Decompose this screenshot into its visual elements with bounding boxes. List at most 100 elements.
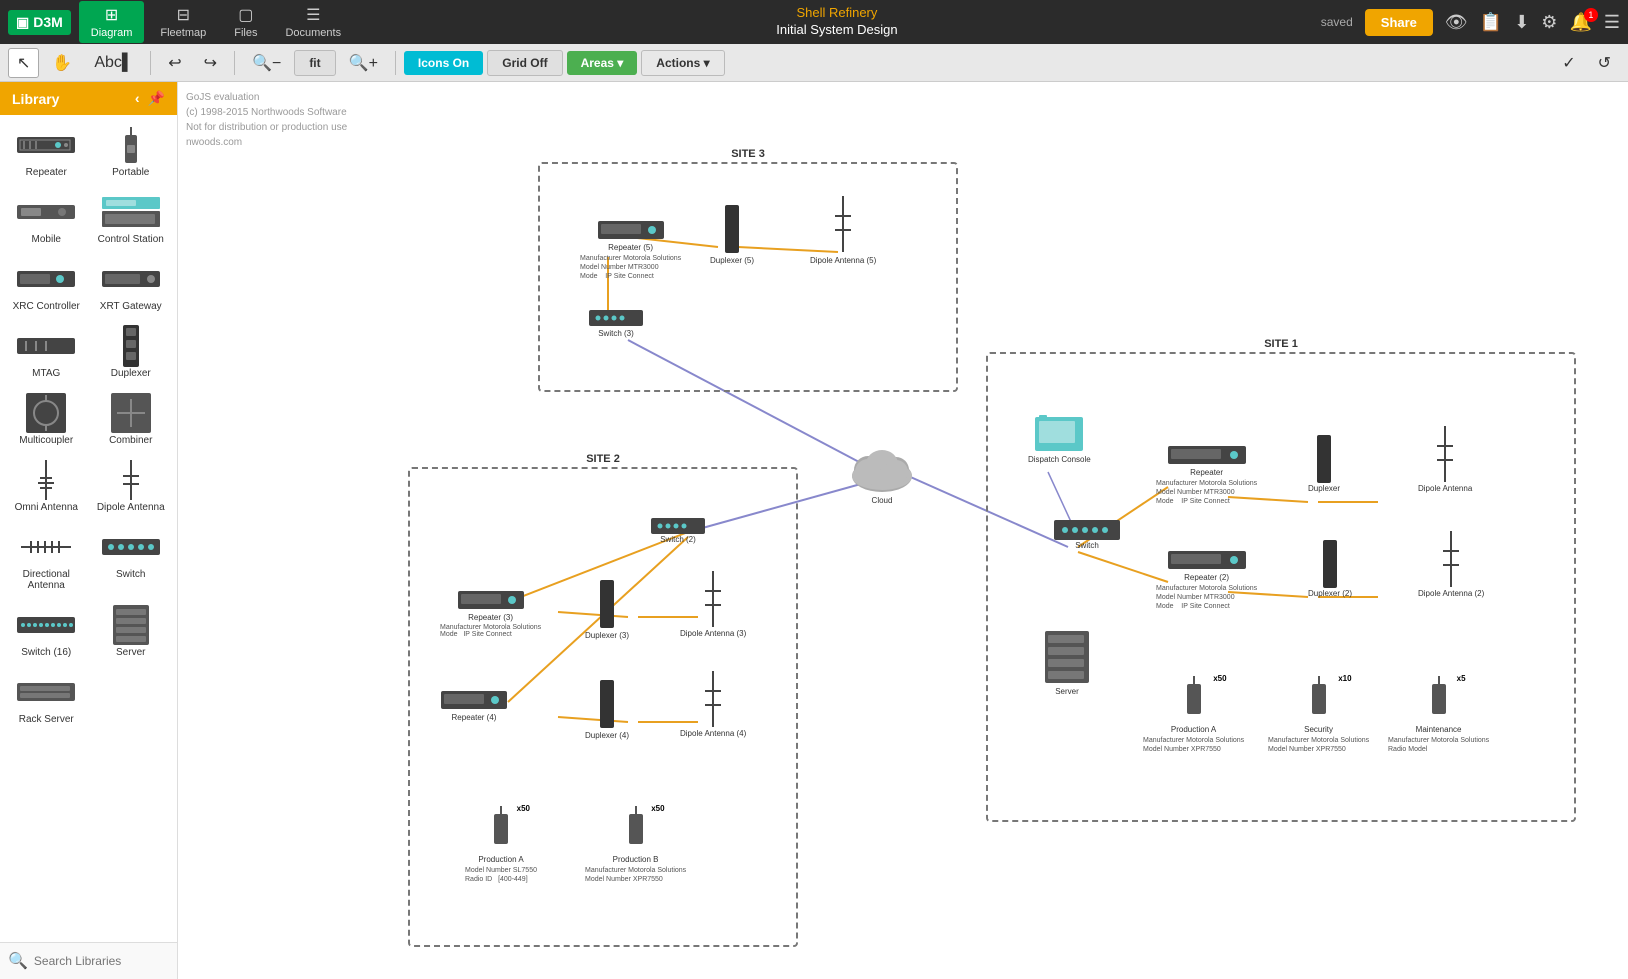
switch-svg — [101, 536, 161, 558]
device-duplexer4[interactable]: Duplexer (4) — [585, 679, 629, 740]
undo-tool[interactable]: ↩ — [159, 48, 190, 78]
device-production-a-site2[interactable]: x50 Production A Model Number SL7550Radi… — [465, 804, 537, 884]
device-security-site1[interactable]: x10 Security Manufacturer Motorola Solut… — [1268, 674, 1369, 754]
logo-icon: ▣ — [16, 14, 29, 31]
control-station-label: Control Station — [98, 234, 164, 245]
sidebar-item-combiner[interactable]: Combiner — [93, 391, 170, 450]
device-cloud[interactable]: Cloud — [846, 442, 918, 505]
device-production-a-site1[interactable]: x50 Production A Manufacturer Motorola S… — [1143, 674, 1244, 754]
fit-button[interactable]: fit — [294, 50, 335, 76]
rack-server-label: Rack Server — [19, 714, 74, 725]
sidebar-item-switch[interactable]: Switch — [93, 525, 170, 595]
dipole-svg — [119, 458, 143, 502]
device-server[interactable]: Server — [1043, 629, 1091, 696]
toolbar: ↖ ✋ Abc▌ ↩ ↪ 🔍− fit 🔍+ Icons On Grid Off… — [0, 44, 1628, 82]
sidebar-item-dipole-antenna[interactable]: Dipole Antenna — [93, 458, 170, 517]
nav-documents[interactable]: ☰ Documents — [273, 1, 353, 43]
multicoupler-label: Multicoupler — [19, 435, 73, 446]
redo-tool[interactable]: ↪ — [195, 48, 226, 78]
text-tool[interactable]: Abc▌ — [85, 49, 142, 77]
sidebar-item-rack-server[interactable]: Rack Server — [8, 670, 85, 729]
bell-area[interactable]: 🔔 1 — [1569, 12, 1591, 33]
device-repeater2[interactable]: Repeater (2) Manufacturer Motorola Solut… — [1156, 549, 1257, 611]
nav-fleetmap[interactable]: ⊟ Fleetmap — [148, 1, 218, 43]
nav-files[interactable]: ▢ Files — [222, 1, 269, 43]
site1-box: SITE 1 Dispatch Console Switch Repeater — [986, 352, 1576, 822]
device-dipole1[interactable]: Dipole Antenna — [1418, 424, 1472, 493]
main-layout: Library ‹ 📌 — [0, 82, 1628, 979]
duplexer-icon — [101, 328, 161, 364]
menu-icon-button[interactable]: ☰ — [1604, 12, 1620, 33]
sidebar-search: 🔍 — [0, 942, 177, 979]
app-logo[interactable]: ▣ D3M — [8, 10, 71, 35]
areas-button[interactable]: Areas ▾ — [567, 51, 638, 75]
sidebar-item-control-station[interactable]: Control Station — [93, 190, 170, 249]
sidebar-item-omni-antenna[interactable]: Omni Antenna — [8, 458, 85, 517]
refresh-tool[interactable]: ↺ — [1589, 48, 1620, 78]
sidebar-item-switch-16[interactable]: Switch (16) — [8, 603, 85, 662]
device-duplexer2[interactable]: Duplexer (2) — [1308, 539, 1352, 598]
settings-icon-button[interactable]: ⚙ — [1541, 12, 1557, 33]
device-duplexer1[interactable]: Duplexer — [1308, 434, 1340, 493]
site2-box: SITE 2 Switch (2) Repeater (3) Manufactu… — [408, 467, 798, 947]
sidebar-item-xrt-gateway[interactable]: XRT Gateway — [93, 257, 170, 316]
sidebar-item-mobile[interactable]: Mobile — [8, 190, 85, 249]
zoom-out-tool[interactable]: 🔍− — [243, 48, 290, 78]
share-button[interactable]: Share — [1365, 9, 1433, 36]
device-dipole2[interactable]: Dipole Antenna (2) — [1418, 529, 1484, 598]
zoom-in-tool[interactable]: 🔍+ — [340, 48, 387, 78]
device-switch3[interactable]: Switch (3) — [588, 309, 644, 338]
mobile-label: Mobile — [32, 234, 61, 245]
dipole-label: Dipole Antenna — [97, 502, 165, 513]
project-title: Shell Refinery Initial System Design — [357, 5, 1317, 39]
sidebar-item-portable[interactable]: Portable — [93, 123, 170, 182]
sidebar-item-multicoupler[interactable]: Multicoupler — [8, 391, 85, 450]
xrt-label: XRT Gateway — [100, 301, 162, 312]
nav-diagram[interactable]: ⊞ Diagram — [79, 1, 145, 43]
device-production-b-site2[interactable]: x50 Production B Manufacturer Motorola S… — [585, 804, 686, 884]
device-dipole3[interactable]: Dipole Antenna (3) — [680, 569, 746, 638]
select-tool[interactable]: ↖ — [8, 48, 39, 78]
search-input[interactable] — [34, 954, 169, 968]
device-switch2[interactable]: Switch (2) — [650, 517, 706, 544]
clipboard-icon-button[interactable]: 📋 — [1480, 12, 1502, 33]
actions-button[interactable]: Actions ▾ — [641, 50, 724, 76]
sidebar-pin-icon[interactable]: 📌 — [148, 90, 165, 107]
canvas-area[interactable]: GoJS evaluation (c) 1998-2015 Northwoods… — [178, 82, 1628, 979]
sidebar-item-server[interactable]: Server — [93, 603, 170, 662]
sidebar-header-icons: ‹ 📌 — [135, 90, 165, 107]
device-duplexer5[interactable]: Duplexer (5) — [710, 204, 754, 265]
icons-on-button[interactable]: Icons On — [404, 51, 483, 75]
directional-antenna-label: Directional Antenna — [12, 569, 81, 591]
device-dispatch[interactable]: Dispatch Console — [1028, 409, 1091, 464]
mtag-label: MTAG — [32, 368, 60, 379]
device-repeater3[interactable]: Repeater (3) Manufacturer Motorola Solut… — [440, 589, 541, 638]
device-repeater5[interactable]: Repeater (5) Manufacturer Motorola Solut… — [580, 219, 681, 281]
grid-off-button[interactable]: Grid Off — [487, 50, 562, 76]
omni-antenna-icon — [16, 462, 76, 498]
sidebar-item-repeater[interactable]: Repeater — [8, 123, 85, 182]
check-tool[interactable]: ✓ — [1553, 48, 1584, 78]
download-icon-button[interactable]: ⬇ — [1514, 12, 1529, 33]
sep3 — [395, 51, 396, 75]
sidebar-title: Library — [12, 91, 59, 107]
pan-tool[interactable]: ✋ — [43, 48, 81, 78]
eye-icon-button[interactable]: 👁 — [1445, 12, 1468, 33]
sidebar-collapse-icon[interactable]: ‹ — [135, 90, 140, 107]
device-switch-site1[interactable]: Switch — [1053, 519, 1121, 550]
device-repeater4[interactable]: Repeater (4) — [440, 689, 508, 722]
device-dipole5[interactable]: Dipole Antenna (5) — [810, 194, 876, 265]
sidebar-item-mtag[interactable]: MTAG — [8, 324, 85, 383]
sidebar-item-directional-antenna[interactable]: Directional Antenna — [8, 525, 85, 595]
switch-16-label: Switch (16) — [21, 647, 71, 658]
device-duplexer3[interactable]: Duplexer (3) — [585, 579, 629, 640]
files-icon: ▢ — [238, 5, 253, 25]
device-maintenance-site1[interactable]: x5 Maintenance Manufacturer Motorola Sol… — [1388, 674, 1489, 754]
device-dipole4[interactable]: Dipole Antenna (4) — [680, 669, 746, 738]
site1-label: SITE 1 — [1264, 338, 1298, 350]
device-repeater1[interactable]: Repeater Manufacturer Motorola Solutions… — [1156, 444, 1257, 506]
sidebar-item-xrc-controller[interactable]: XRC Controller — [8, 257, 85, 316]
sidebar-item-duplexer[interactable]: Duplexer — [93, 324, 170, 383]
mobile-svg — [16, 201, 76, 223]
duplexer-svg — [120, 324, 142, 368]
